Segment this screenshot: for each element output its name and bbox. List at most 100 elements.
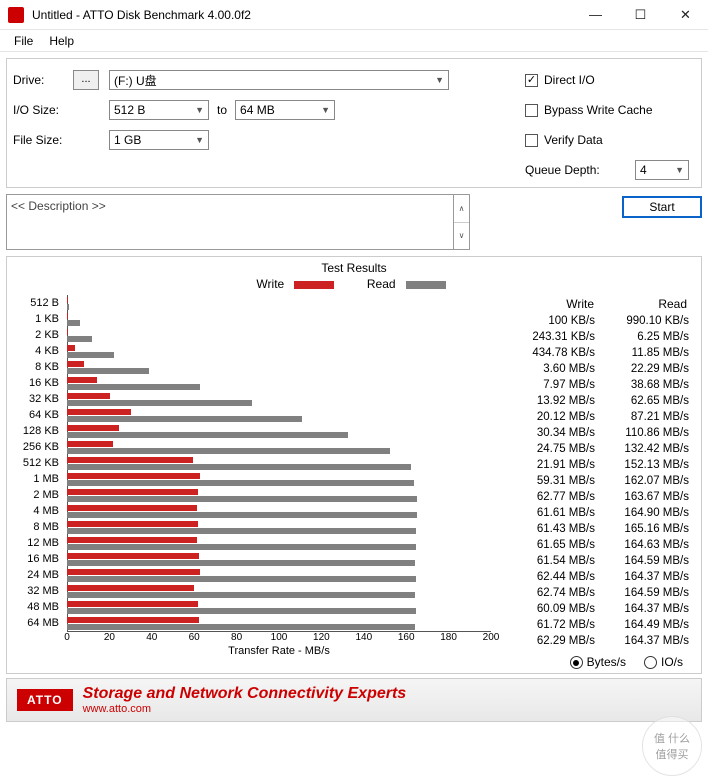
filesize-select[interactable]: 1 GB ▼ [109,130,209,150]
read-cell: 22.29 MB/s [595,363,689,379]
y-tick-label: 256 KB [11,439,63,455]
bar-pair [67,615,491,631]
atto-banner[interactable]: ATTO Storage and Network Connectivity Ex… [6,678,702,722]
app-icon [8,7,24,23]
read-bar [67,512,417,518]
bar-pair [67,439,491,455]
menu-help[interactable]: Help [41,32,82,50]
table-row: 61.54 MB/s164.59 MB/s [501,555,691,571]
write-bar [67,505,197,511]
bar-pair [67,551,491,567]
read-cell: 132.42 MB/s [595,443,689,459]
y-tick-label: 48 MB [11,599,63,615]
bar-pair [67,359,491,375]
table-row: 59.31 MB/s162.07 MB/s [501,475,691,491]
bytes-per-sec-radio[interactable]: Bytes/s [570,655,626,669]
write-cell: 61.43 MB/s [501,523,595,539]
verify-data-checkbox[interactable]: Verify Data [525,125,603,155]
close-button[interactable]: ✕ [663,0,708,30]
drive-select-value: (F:) U盘 [114,72,157,89]
chevron-down-icon: ▼ [321,105,330,115]
y-tick-label: 8 KB [11,359,63,375]
read-bar [67,448,390,454]
y-tick-label: 128 KB [11,423,63,439]
write-cell: 21.91 MB/s [501,459,595,475]
legend-write-swatch [294,281,334,289]
x-tick-label: 120 [313,632,330,643]
read-cell: 162.07 MB/s [595,475,689,491]
direct-io-checkbox[interactable]: ✓ Direct I/O [525,65,595,95]
banner-tagline: Storage and Network Connectivity Experts… [83,685,701,715]
minimize-button[interactable]: — [573,0,618,30]
x-tick-label: 20 [104,632,115,643]
radio-checked-icon [570,656,583,669]
iosize-from-value: 512 B [114,103,145,117]
write-bar [67,617,199,623]
write-bar [67,377,97,383]
table-row: 24.75 MB/s132.42 MB/s [501,443,691,459]
y-tick-label: 32 KB [11,391,63,407]
write-cell: 61.61 MB/s [501,507,595,523]
y-tick-label: 64 KB [11,407,63,423]
bypass-label: Bypass Write Cache [544,103,653,117]
write-cell: 62.77 MB/s [501,491,595,507]
y-tick-label: 4 MB [11,503,63,519]
legend-write-label: Write [256,277,284,291]
y-tick-label: 64 MB [11,615,63,631]
write-bar [67,601,198,607]
table-row: 62.74 MB/s164.59 MB/s [501,587,691,603]
results-title: Test Results [11,261,697,275]
read-bar [67,576,416,582]
iosize-label: I/O Size: [13,103,73,117]
bar-pair [67,407,491,423]
write-cell: 61.65 MB/s [501,539,595,555]
y-tick-label: 1 KB [11,311,63,327]
table-row: 61.72 MB/s164.49 MB/s [501,619,691,635]
write-cell: 62.44 MB/s [501,571,595,587]
y-tick-label: 32 MB [11,583,63,599]
read-cell: 164.49 MB/s [595,619,689,635]
start-button[interactable]: Start [622,196,702,218]
write-bar [67,457,193,463]
bypass-cache-checkbox[interactable]: Bypass Write Cache [525,95,653,125]
checkbox-icon [525,134,538,147]
read-bar [67,352,114,358]
drive-select[interactable]: (F:) U盘 ▼ [109,70,449,90]
y-tick-label: 2 MB [11,487,63,503]
bar-pair [67,599,491,615]
x-tick-label: 140 [355,632,372,643]
direct-io-label: Direct I/O [544,73,595,87]
write-cell: 13.92 MB/s [501,395,595,411]
menu-file[interactable]: File [6,32,41,50]
chevron-down-icon: ▼ [435,75,444,85]
read-bar [67,416,302,422]
read-bar [67,592,415,598]
read-cell: 62.65 MB/s [595,395,689,411]
bar-pair [67,343,491,359]
write-cell: 60.09 MB/s [501,603,595,619]
ios-per-sec-radio[interactable]: IO/s [644,655,683,669]
bar-pair [67,375,491,391]
maximize-button[interactable]: ☐ [618,0,663,30]
read-cell: 6.25 MB/s [595,331,689,347]
spinner-down-icon[interactable]: ∨ [454,223,469,250]
table-row: 61.61 MB/s164.90 MB/s [501,507,691,523]
read-cell: 110.86 MB/s [595,427,689,443]
y-tick-label: 8 MB [11,519,63,535]
write-bar [67,489,198,495]
iosize-from-select[interactable]: 512 B ▼ [109,100,209,120]
drive-browse-button[interactable]: ... [73,70,99,90]
y-tick-label: 16 MB [11,551,63,567]
read-cell: 164.37 MB/s [595,635,689,651]
read-bar [67,320,80,326]
description-input[interactable]: << Description >> [6,194,454,250]
iosize-to-select[interactable]: 64 MB ▼ [235,100,335,120]
legend-read-swatch [406,281,446,289]
x-tick-label: 80 [231,632,242,643]
queue-depth-select[interactable]: 4 ▼ [635,160,689,180]
description-spinner[interactable]: ∧ ∨ [454,194,470,250]
spinner-up-icon[interactable]: ∧ [454,195,469,223]
read-bar [67,560,415,566]
write-cell: 20.12 MB/s [501,411,595,427]
y-tick-label: 512 B [11,295,63,311]
